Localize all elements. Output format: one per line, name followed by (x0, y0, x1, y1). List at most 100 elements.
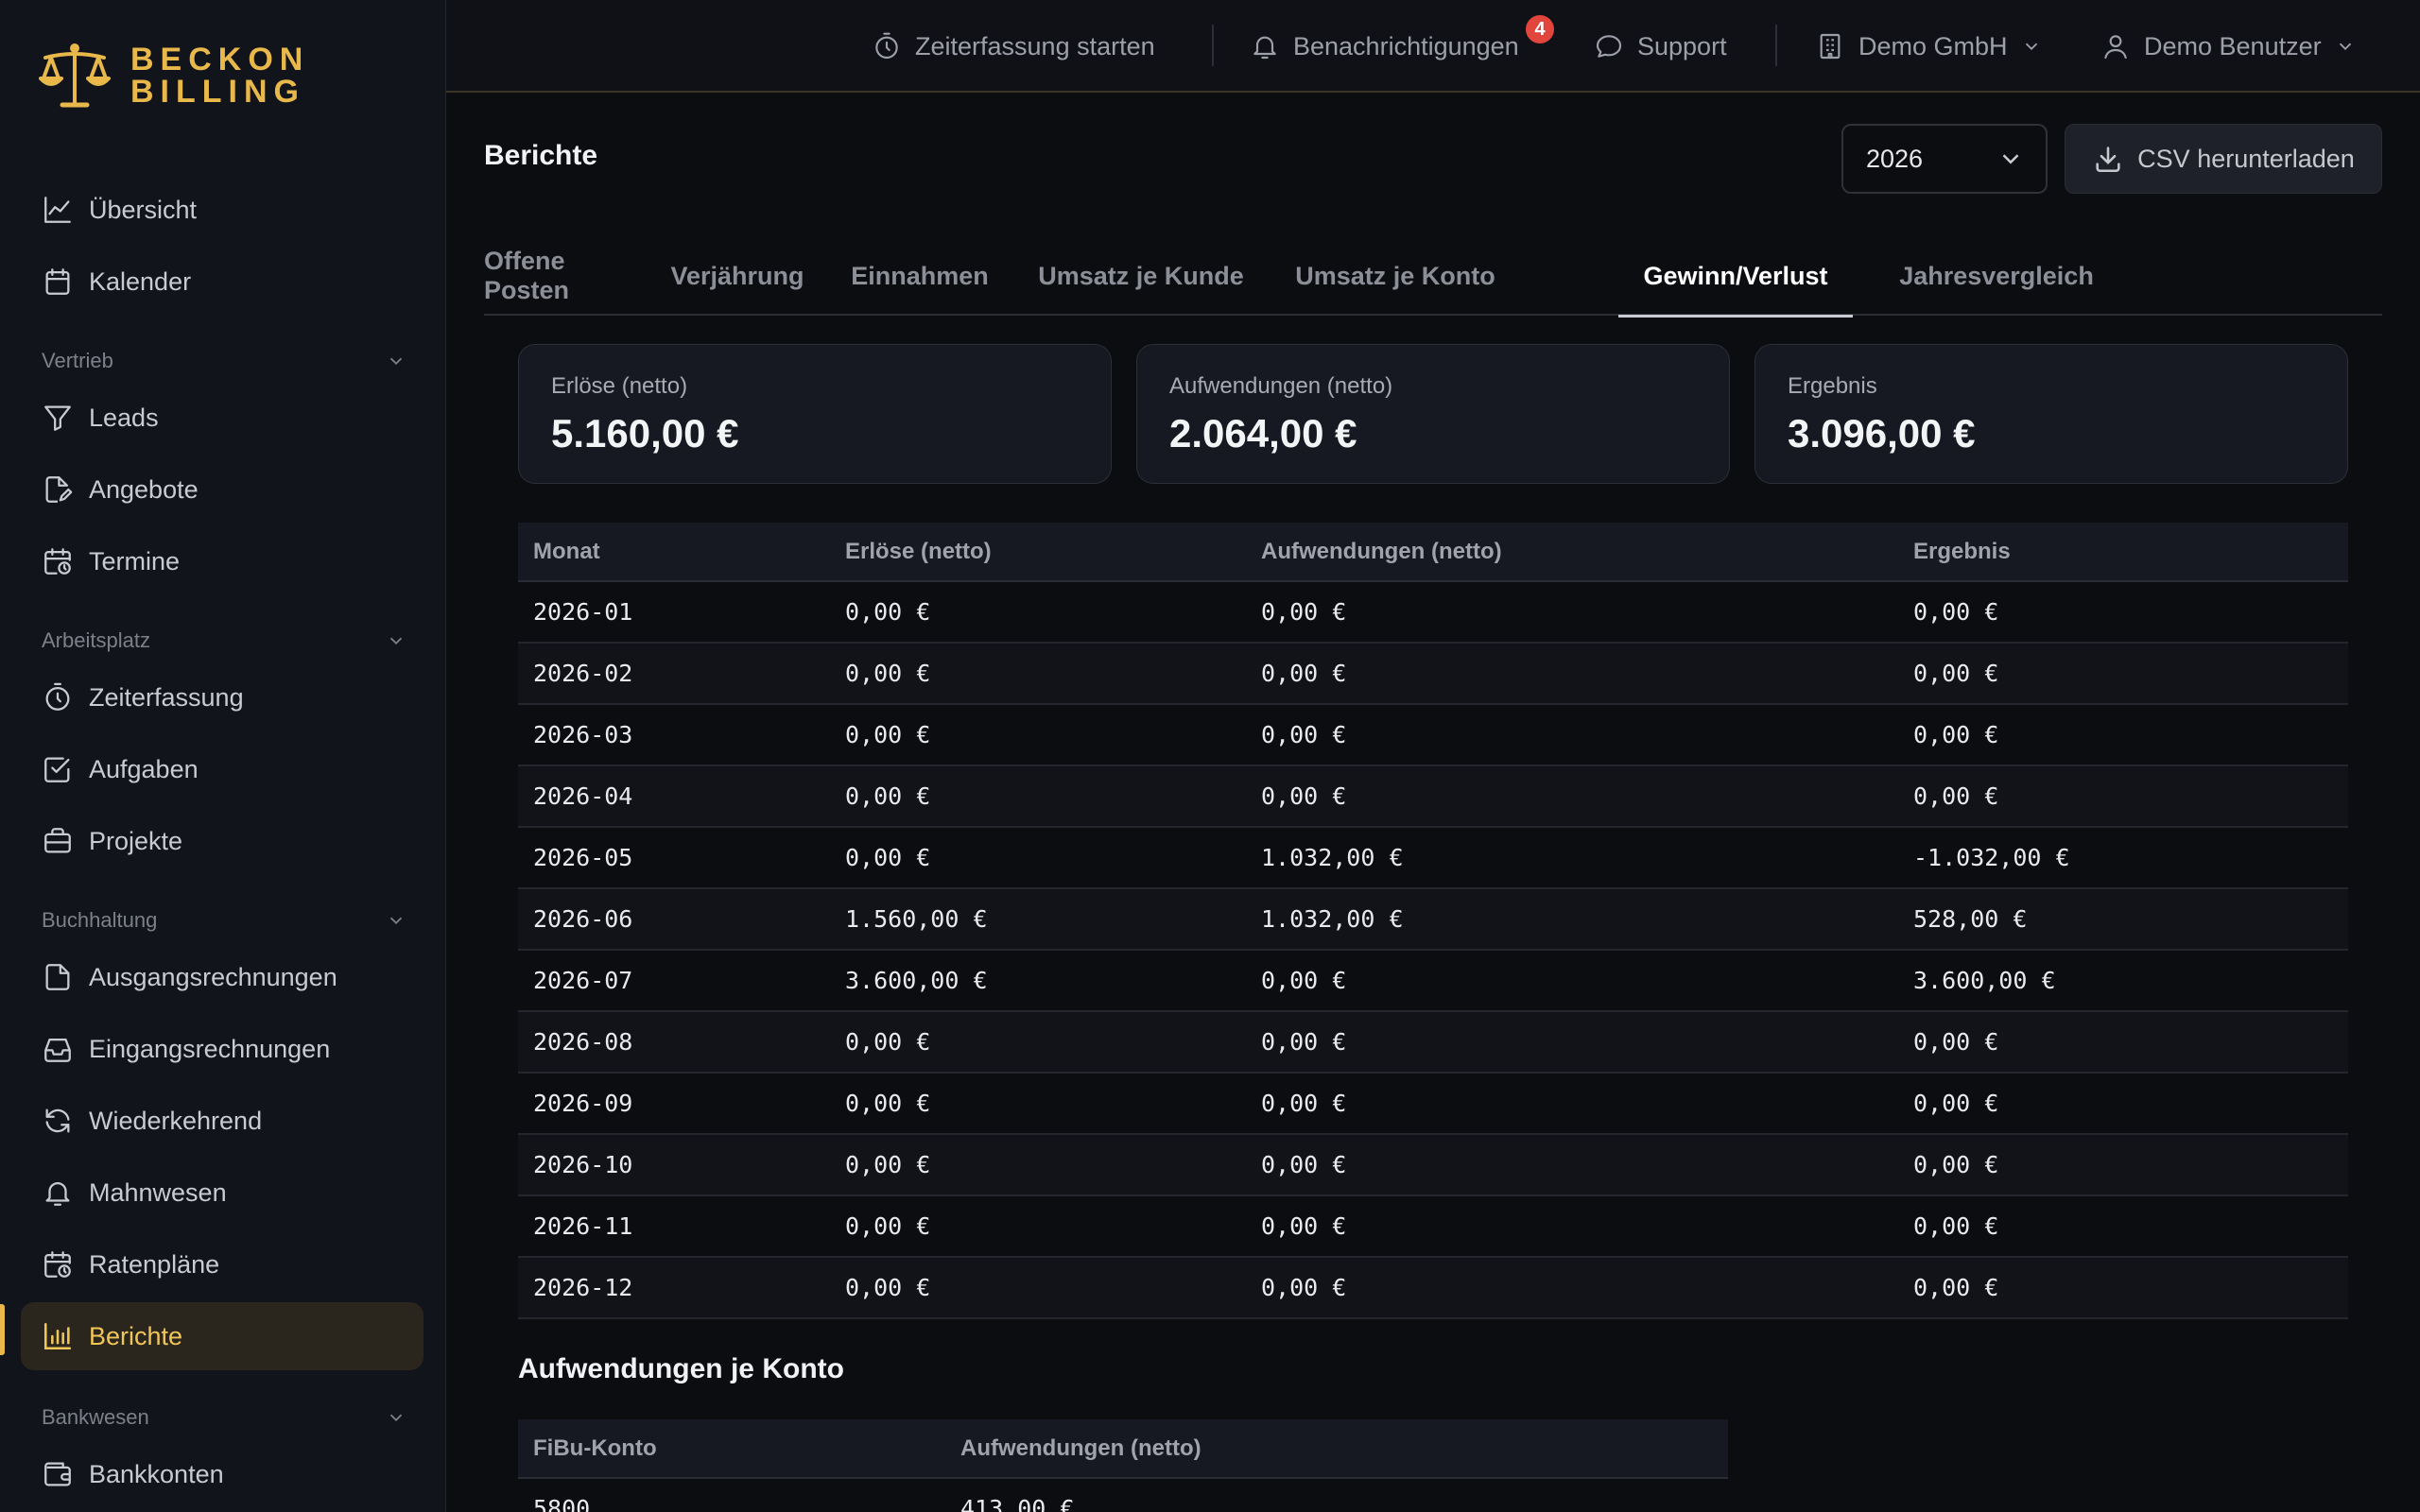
file-icon (45, 964, 70, 990)
sidebar-item-projekte[interactable]: Projekte (21, 807, 424, 875)
sidebar-item-ratenplaene[interactable]: Ratenpläne (21, 1230, 424, 1298)
sidebar-item-uebersicht[interactable]: Übersicht (21, 176, 424, 244)
table-row: 2026-11 0,00 €0,00 €0,00 € (518, 1195, 2348, 1258)
sidebar-item-label: Leads (89, 403, 159, 432)
wallet-icon (44, 1462, 71, 1486)
active-indicator (0, 1304, 5, 1355)
tab-umsatz-je-konto[interactable]: Umsatz je Konto (1291, 236, 1499, 316)
table-row: 2026-08 0,00 €0,00 €0,00 € (518, 1011, 2348, 1074)
table-row: 2026-04 0,00 €0,00 €0,00 € (518, 765, 2348, 828)
table-header-row: Monat Erlöse (netto) Aufwendungen (netto… (518, 523, 2348, 582)
sidebar-item-mahnwesen[interactable]: Mahnwesen (21, 1159, 424, 1227)
account-cell: 5800 (518, 1478, 945, 1512)
company-switcher[interactable]: Demo GmbH (1815, 21, 2042, 72)
sidebar-item-kalender[interactable]: Kalender (21, 248, 424, 316)
sidebar-item-label: Wiederkehrend (89, 1106, 263, 1135)
sidebar-item-label: Aufgaben (89, 754, 199, 783)
tab-jahresvergleich[interactable]: Jahresvergleich (1894, 236, 2099, 316)
revenue-cell: 0,00 € (830, 1134, 1246, 1196)
summary-card-result: Ergebnis 3.096,00 € (1754, 344, 2348, 484)
sidebar-item-ausgangsrechnungen[interactable]: Ausgangsrechnungen (21, 943, 424, 1011)
card-label: Aufwendungen (netto) (1169, 373, 1393, 399)
support-label: Support (1637, 31, 1727, 60)
chat-bubble-icon (1596, 35, 1622, 58)
checkbox-icon (44, 757, 70, 782)
month-cell: 2026-04 (518, 765, 830, 828)
bell-icon (45, 1182, 70, 1206)
sidebar-item-leads[interactable]: Leads (21, 384, 424, 452)
stopwatch-icon (875, 32, 898, 60)
sidebar-item-label: Ratenpläne (89, 1249, 220, 1279)
download-icon (2096, 146, 2120, 173)
sidebar-item-label: Termine (89, 546, 181, 576)
expense-cell: 0,00 € (1246, 643, 1898, 705)
revenue-cell: 0,00 € (830, 827, 1246, 889)
brand-line-2: BILLING (130, 74, 305, 110)
expense-cell: 0,00 € (1246, 765, 1898, 828)
revenue-cell: 0,00 € (830, 704, 1246, 766)
section-toggle-vertrieb[interactable]: Vertrieb (42, 342, 406, 380)
user-menu[interactable]: Demo Benutzer (2100, 21, 2356, 72)
app-root: BECKON BILLING Übersicht Kalender Vertri… (0, 0, 2420, 1512)
column-header[interactable]: Monat (518, 523, 830, 582)
notifications-button[interactable]: Benachrichtigungen (1250, 21, 1519, 72)
sidebar-item-label: Berichte (89, 1321, 183, 1350)
year-select[interactable]: 2026 (1841, 124, 2048, 194)
section-label: Buchhaltung (42, 908, 158, 932)
month-cell: 2026-10 (518, 1134, 830, 1196)
section-toggle-buchhaltung[interactable]: Buchhaltung (42, 902, 406, 939)
sidebar-item-angebote[interactable]: Angebote (21, 455, 424, 524)
sidebar-item-label: Ausgangsrechnungen (89, 962, 337, 991)
sidebar-item-berichte[interactable]: Berichte (21, 1302, 424, 1370)
month-cell: 2026-07 (518, 950, 830, 1012)
table-row: 2026-12 0,00 €0,00 €0,00 € (518, 1257, 2348, 1319)
tab-einnahmen[interactable]: Einnahmen (849, 236, 991, 316)
sidebar-item-aufgaben[interactable]: Aufgaben (21, 735, 424, 803)
column-header[interactable]: Aufwendungen (netto) (945, 1419, 1728, 1479)
start-timer-label: Zeiterfassung starten (915, 31, 1155, 60)
sidebar-item-zeiterfassung[interactable]: Zeiterfassung (21, 663, 424, 731)
support-button[interactable]: Support (1594, 21, 1727, 72)
company-name: Demo GmbH (1858, 31, 2008, 60)
tab-umsatz-je-kunde[interactable]: Umsatz je Kunde (1034, 236, 1248, 316)
calendar-icon (45, 268, 70, 295)
section-toggle-bankwesen[interactable]: Bankwesen (42, 1399, 406, 1436)
tab-verjaehrung[interactable]: Verjährung (669, 236, 805, 316)
sidebar-item-label: Übersicht (89, 195, 198, 224)
month-cell: 2026-01 (518, 581, 830, 644)
month-cell: 2026-02 (518, 643, 830, 705)
sidebar-item-label: Kalender (89, 266, 192, 296)
sidebar-item-wiederkehrend[interactable]: Wiederkehrend (21, 1087, 424, 1155)
brand-logo[interactable]: BECKON BILLING (38, 40, 309, 112)
sidebar-item-eingangsrechnungen[interactable]: Eingangsrechnungen (21, 1015, 424, 1083)
expense-cell: 0,00 € (1246, 581, 1898, 644)
expense-cell: 0,00 € (1246, 1195, 1898, 1258)
start-timer-button[interactable]: Zeiterfassung starten (872, 21, 1155, 72)
expense-cell: 0,00 € (1246, 950, 1898, 1012)
sidebar-item-label: Mahnwesen (89, 1177, 227, 1207)
sidebar-item-bankkonten[interactable]: Bankkonten (21, 1440, 424, 1508)
revenue-cell: 0,00 € (830, 1011, 1246, 1074)
month-cell: 2026-05 (518, 827, 830, 889)
table-row: 2026-07 3.600,00 €0,00 €3.600,00 € (518, 950, 2348, 1012)
tab-gewinn-verlust[interactable]: Gewinn/Verlust (1618, 236, 1853, 318)
csv-download-button[interactable]: CSV herunterladen (2065, 124, 2382, 194)
month-cell: 2026-06 (518, 888, 830, 951)
column-header[interactable]: FiBu-Konto (518, 1419, 945, 1479)
funnel-icon (44, 405, 71, 431)
calendar-clock-icon (44, 548, 71, 575)
column-header[interactable]: Ergebnis (1898, 523, 2348, 582)
card-value: 5.160,00 € (551, 411, 739, 455)
table-row: 2026-03 0,00 €0,00 €0,00 € (518, 704, 2348, 766)
result-cell: 0,00 € (1898, 1195, 2348, 1258)
sidebar: BECKON BILLING Übersicht Kalender Vertri… (0, 0, 446, 1512)
chevron-down-icon (389, 1414, 403, 1422)
table-row: 2026-09 0,00 €0,00 €0,00 € (518, 1073, 2348, 1135)
card-label: Erlöse (netto) (551, 373, 688, 399)
tab-offene-posten[interactable]: Offene Posten (484, 236, 624, 316)
revenue-cell: 0,00 € (830, 765, 1246, 828)
column-header[interactable]: Erlöse (netto) (830, 523, 1246, 582)
column-header[interactable]: Aufwendungen (netto) (1246, 523, 1898, 582)
sidebar-item-termine[interactable]: Termine (21, 527, 424, 595)
section-toggle-arbeitsplatz[interactable]: Arbeitsplatz (42, 622, 406, 660)
